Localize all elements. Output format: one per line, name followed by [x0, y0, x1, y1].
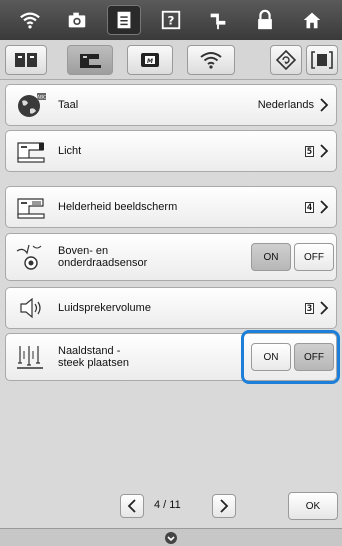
reset-icon[interactable] — [270, 45, 302, 75]
next-page-button[interactable] — [212, 494, 236, 518]
language-value: Nederlands — [257, 99, 314, 111]
sewing-machine-icon[interactable] — [67, 45, 113, 75]
thread-sensor-off-button[interactable]: OFF — [294, 243, 334, 271]
needles-icon — [14, 342, 48, 372]
thread-sensor-label: Boven- en onderdraadsensor — [58, 245, 148, 269]
home-icon[interactable] — [295, 5, 329, 35]
globe-icon: ABC — [14, 90, 48, 120]
thread-sensor-row: Boven- en onderdraadsensor ON OFF — [5, 233, 337, 281]
book-icon[interactable] — [5, 45, 47, 75]
top-toolbar: ? — [0, 0, 342, 40]
thread-sensor-on-button[interactable]: ON — [251, 243, 291, 271]
document-icon[interactable] — [106, 5, 141, 35]
thread-spool-icon — [14, 242, 48, 272]
language-label: Taal — [58, 99, 79, 111]
speaker-label: Luidsprekervolume — [58, 302, 151, 314]
light-value: 5 — [305, 146, 314, 157]
help-icon[interactable]: ? — [154, 5, 188, 35]
machine-status-icon[interactable] — [164, 531, 178, 545]
machine-screen-icon — [14, 192, 48, 222]
category-tabs: M — [0, 40, 342, 80]
needle-position-label: Naaldstand - steek plaatsen — [58, 345, 129, 369]
brightness-row[interactable]: Helderheid beeldscherm 4 — [5, 186, 337, 228]
chevron-right-icon — [320, 144, 329, 158]
camera-icon[interactable] — [60, 5, 94, 35]
chevron-right-icon — [320, 301, 329, 315]
speaker-icon — [14, 293, 48, 323]
language-row[interactable]: ABC Taal Nederlands — [5, 84, 337, 126]
svg-text:?: ? — [168, 14, 175, 28]
fullscreen-icon[interactable] — [306, 45, 338, 75]
selection-highlight — [241, 330, 340, 384]
speaker-value: 3 — [305, 303, 314, 314]
brightness-value: 4 — [305, 202, 314, 213]
speaker-row[interactable]: Luidsprekervolume 3 — [5, 287, 337, 329]
ok-button[interactable]: OK — [288, 492, 338, 520]
page-indicator: 4 / 11 — [154, 499, 181, 511]
chevron-left-icon — [127, 499, 136, 513]
wifi-icon[interactable] — [13, 5, 47, 35]
chevron-right-icon — [320, 98, 329, 112]
bottom-bar — [0, 528, 342, 546]
embroidery-icon[interactable]: M — [127, 45, 173, 75]
svg-text:M: M — [147, 58, 153, 65]
machine-light-icon — [14, 136, 48, 166]
brightness-label: Helderheid beeldscherm — [58, 201, 178, 213]
light-row[interactable]: Licht 5 — [5, 130, 337, 172]
chevron-right-icon — [220, 499, 229, 513]
needle-icon[interactable] — [201, 5, 235, 35]
chevron-right-icon — [320, 200, 329, 214]
lock-icon[interactable] — [248, 5, 282, 35]
wifi-tab-icon[interactable] — [187, 45, 235, 75]
svg-text:ABC: ABC — [37, 95, 46, 101]
previous-page-button[interactable] — [120, 494, 144, 518]
light-label: Licht — [58, 145, 82, 157]
